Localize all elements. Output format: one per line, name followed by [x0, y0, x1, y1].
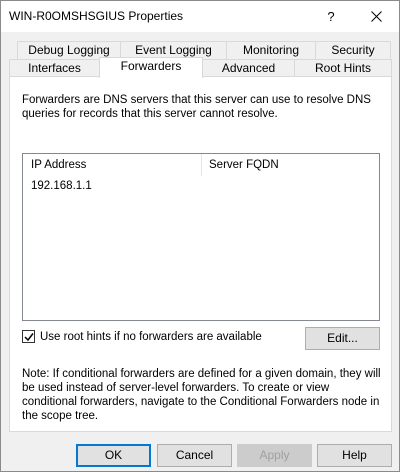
forwarders-list[interactable]: IP Address Server FQDN 192.168.1.1: [22, 153, 380, 321]
list-item[interactable]: 192.168.1.1: [31, 180, 92, 192]
help-button[interactable]: Help: [317, 444, 392, 467]
close-button[interactable]: [353, 1, 399, 32]
title-bar: WIN-R0OMSHSGIUS Properties ?: [1, 1, 399, 32]
ok-button[interactable]: OK: [76, 444, 151, 467]
root-hints-option[interactable]: Use root hints if no forwarders are avai…: [22, 330, 262, 343]
properties-dialog: WIN-R0OMSHSGIUS Properties ? Debug Loggi…: [0, 0, 400, 472]
root-hints-label[interactable]: Use root hints if no forwarders are avai…: [40, 331, 262, 343]
forwarders-panel: Forwarders are DNS servers that this ser…: [9, 76, 392, 432]
column-header-server-fqdn[interactable]: Server FQDN: [201, 154, 379, 176]
tab-forwarders[interactable]: Forwarders: [99, 57, 203, 78]
apply-button[interactable]: Apply: [237, 444, 312, 467]
edit-button[interactable]: Edit...: [305, 327, 380, 350]
column-header-ip-address[interactable]: IP Address: [23, 154, 201, 176]
root-hints-checkbox[interactable]: [22, 330, 35, 343]
help-title-button[interactable]: ?: [308, 1, 354, 32]
conditional-forwarders-note: Note: If conditional forwarders are defi…: [22, 368, 381, 422]
close-icon: [370, 11, 382, 22]
tab-security[interactable]: Security: [315, 41, 391, 60]
tab-monitoring[interactable]: Monitoring: [226, 41, 316, 60]
window-title: WIN-R0OMSHSGIUS Properties: [9, 9, 184, 23]
help-icon: ?: [327, 9, 335, 24]
cancel-button[interactable]: Cancel: [157, 444, 232, 467]
forwarders-description: Forwarders are DNS servers that this ser…: [22, 94, 371, 120]
checkmark-icon: [23, 332, 34, 341]
